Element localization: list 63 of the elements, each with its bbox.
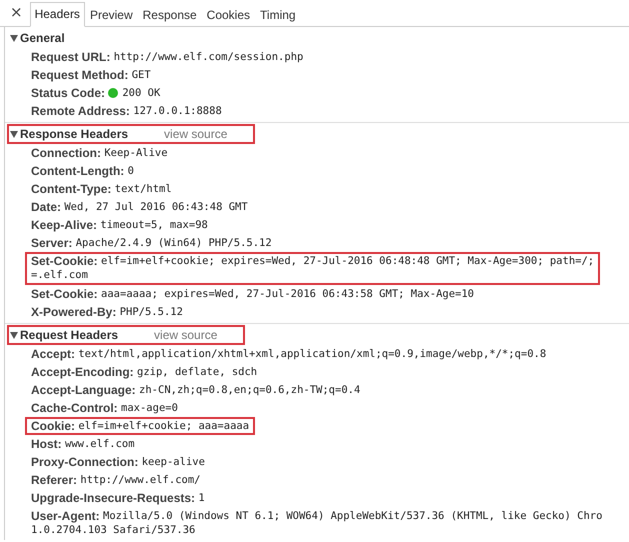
- header-name: Content-Length:: [31, 164, 124, 178]
- status-dot-icon: [108, 88, 118, 98]
- tab[interactable]: Timing: [255, 3, 301, 27]
- header-value: GET: [132, 69, 151, 81]
- header-name: Set-Cookie:: [31, 287, 98, 301]
- header-name: X-Powered-By:: [31, 305, 116, 319]
- section-title[interactable]: Request Headers: [20, 328, 118, 342]
- header-value: aaa=aaaa; expires=Wed, 27-Jul-2016 06:43:58 GMT; Max-Age=10: [101, 288, 474, 300]
- tab[interactable]: Cookies: [202, 3, 256, 27]
- header-name: Upgrade-Insecure-Requests:: [31, 491, 196, 505]
- tab[interactable]: Response: [138, 3, 202, 27]
- header-name: Host:: [31, 437, 62, 451]
- header-name: Status Code:: [31, 86, 106, 100]
- view-source-link[interactable]: view source: [154, 328, 218, 342]
- header-value: 1.0.2704.103 Safari/537.36: [31, 524, 196, 536]
- header-value: elf=im+elf+cookie; aaa=aaaa: [78, 420, 250, 432]
- header-value: 127.0.0.1:8888: [133, 105, 222, 117]
- header-name: Date:: [31, 200, 62, 214]
- header-value: =.elf.com: [31, 269, 88, 281]
- header-value: www.elf.com: [65, 438, 135, 450]
- section-title[interactable]: General: [20, 31, 65, 45]
- header-name: Accept-Encoding:: [31, 365, 134, 379]
- header-name: Accept-Language:: [31, 383, 136, 397]
- header-value: 1: [198, 492, 205, 504]
- header-value: Mozilla/5.0 (Windows NT 6.1; WOW64) AppleWebKit/537.36 (KHTML, like Gecko) Chro: [103, 510, 602, 522]
- header-name: Server:: [31, 236, 72, 250]
- header-name: Cookie:: [31, 419, 76, 433]
- header-value: text/html,application/xhtml+xml,application/xml;q=0.9,image/webp,*/*;q=0.8: [78, 348, 546, 360]
- header-value: timeout=5, max=98: [100, 219, 208, 231]
- expand-triangle-icon[interactable]: [10, 331, 19, 339]
- header-name: Connection:: [31, 146, 101, 160]
- header-name: Referer:: [31, 473, 78, 487]
- header-name: Request URL:: [31, 50, 110, 64]
- header-value: zh-CN,zh;q=0.8,en;q=0.6,zh-TW;q=0.4: [139, 384, 360, 396]
- header-name: Proxy-Connection:: [31, 455, 138, 469]
- expand-triangle-icon[interactable]: [10, 130, 19, 138]
- header-name: Cache-Control:: [31, 401, 118, 415]
- header-name: Request Method:: [31, 68, 128, 82]
- header-value: text/html: [114, 183, 172, 195]
- header-value: Apache/2.4.9 (Win64) PHP/5.5.12: [76, 237, 272, 249]
- header-name: Remote Address:: [31, 104, 130, 118]
- tab[interactable]: Headers: [30, 2, 85, 27]
- header-value: elf=im+elf+cookie; expires=Wed, 27-Jul-2016 06:48:48 GMT; Max-Age=300; path=/;: [101, 255, 594, 267]
- tab[interactable]: Preview: [84, 3, 138, 27]
- header-value: 200 OK: [122, 87, 160, 99]
- header-value: Keep-Alive: [104, 147, 168, 159]
- header-value: http://www.elf.com/: [80, 474, 200, 486]
- header-name: Content-Type:: [31, 182, 112, 196]
- header-name: Accept:: [31, 347, 76, 361]
- header-value: PHP/5.5.12: [120, 306, 183, 318]
- view-source-link[interactable]: view source: [164, 127, 228, 141]
- header-value: gzip, deflate, sdch: [137, 366, 258, 378]
- header-name: Keep-Alive:: [31, 218, 98, 232]
- expand-triangle-icon[interactable]: [10, 34, 19, 42]
- close-button[interactable]: ×: [6, 3, 30, 26]
- section-title[interactable]: Response Headers: [20, 127, 128, 141]
- header-value: 0: [128, 165, 134, 177]
- header-name: Set-Cookie:: [31, 254, 98, 268]
- header-name: User-Agent:: [31, 509, 100, 523]
- header-value: max-age=0: [121, 402, 178, 414]
- header-value: Wed, 27 Jul 2016 06:43:48 GMT: [64, 201, 248, 213]
- header-value: keep-alive: [142, 456, 205, 468]
- header-value: http://www.elf.com/session.php: [114, 51, 304, 63]
